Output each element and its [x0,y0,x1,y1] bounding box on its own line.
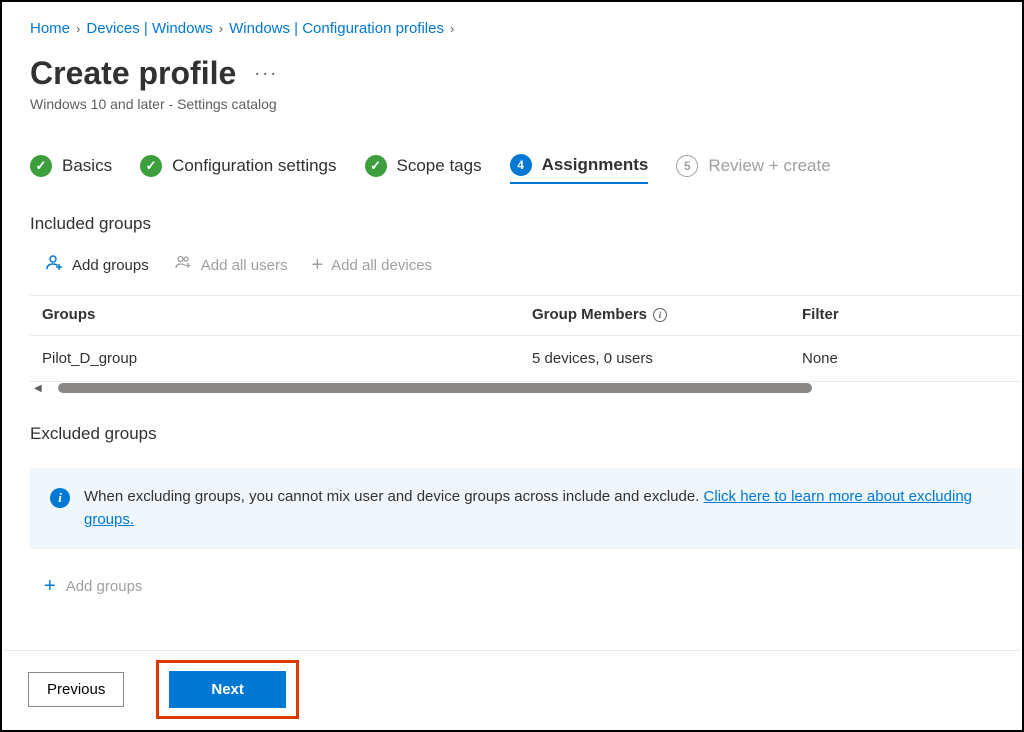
page-subtitle: Windows 10 and later - Settings catalog [30,96,1022,112]
plus-icon: + [311,254,323,277]
step-label: Review + create [708,156,830,176]
highlight-box: Next [156,660,299,719]
add-groups-label: Add groups [66,578,143,595]
breadcrumb: Home › Devices | Windows › Windows | Con… [30,20,1022,37]
step-assignments[interactable]: 4 Assignments [510,154,649,184]
add-all-devices-button[interactable]: + Add all devices [311,254,432,277]
add-all-users-button[interactable]: Add all users [173,254,288,277]
chevron-right-icon: › [450,21,454,36]
step-config-settings[interactable]: Configuration settings [140,155,336,183]
breadcrumb-devices[interactable]: Devices | Windows [86,20,212,37]
checkmark-icon [140,155,162,177]
person-plus-icon [44,254,64,277]
chevron-right-icon: › [76,21,80,36]
more-actions-button[interactable]: ··· [254,63,278,84]
excluded-add-groups-button[interactable]: + Add groups [30,575,142,598]
col-header-members[interactable]: Group Members i [532,306,802,323]
excluded-groups-heading: Excluded groups [30,424,1022,444]
wizard-steps: Basics Configuration settings Scope tags… [30,154,1022,184]
col-header-groups[interactable]: Groups [42,306,532,323]
add-all-users-label: Add all users [201,257,288,274]
add-groups-button[interactable]: Add groups [44,254,149,277]
step-number-icon: 4 [510,154,532,176]
scroll-left-icon[interactable]: ◀ [34,383,42,394]
table-row[interactable]: Pilot_D_group 5 devices, 0 users None [30,336,1022,382]
excluded-groups-info: i When excluding groups, you cannot mix … [30,468,1022,549]
people-plus-icon [173,254,193,277]
previous-button[interactable]: Previous [28,672,124,707]
step-label: Basics [62,156,112,176]
cell-filter: None [802,350,1022,367]
step-label: Configuration settings [172,156,336,176]
col-header-filter[interactable]: Filter [802,306,1022,323]
chevron-right-icon: › [219,21,223,36]
add-all-devices-label: Add all devices [331,257,432,274]
step-basics[interactable]: Basics [30,155,112,183]
included-groups-heading: Included groups [30,214,1022,234]
step-review-create[interactable]: 5 Review + create [676,155,830,183]
info-icon: i [50,488,70,508]
included-groups-table: Groups Group Members i Filter Pilot_D_gr… [30,295,1022,394]
next-button[interactable]: Next [169,671,286,708]
step-scope-tags[interactable]: Scope tags [365,155,482,183]
add-groups-label: Add groups [72,257,149,274]
info-icon[interactable]: i [653,308,667,322]
info-text: When excluding groups, you cannot mix us… [84,488,704,505]
step-label: Scope tags [397,156,482,176]
included-groups-actions: Add groups Add all users + Add all devic… [30,254,1022,277]
horizontal-scrollbar[interactable]: ◀ [30,382,1022,394]
cell-group-members: 5 devices, 0 users [532,350,802,367]
page-title: Create profile [30,55,236,92]
breadcrumb-config-profiles[interactable]: Windows | Configuration profiles [229,20,444,37]
scrollbar-thumb[interactable] [58,383,812,393]
breadcrumb-home[interactable]: Home [30,20,70,37]
plus-icon: + [44,575,56,598]
footer-actions: Previous Next [4,650,1020,728]
cell-group-name: Pilot_D_group [42,350,532,367]
step-number-icon: 5 [676,155,698,177]
checkmark-icon [30,155,52,177]
checkmark-icon [365,155,387,177]
step-label: Assignments [542,155,649,175]
